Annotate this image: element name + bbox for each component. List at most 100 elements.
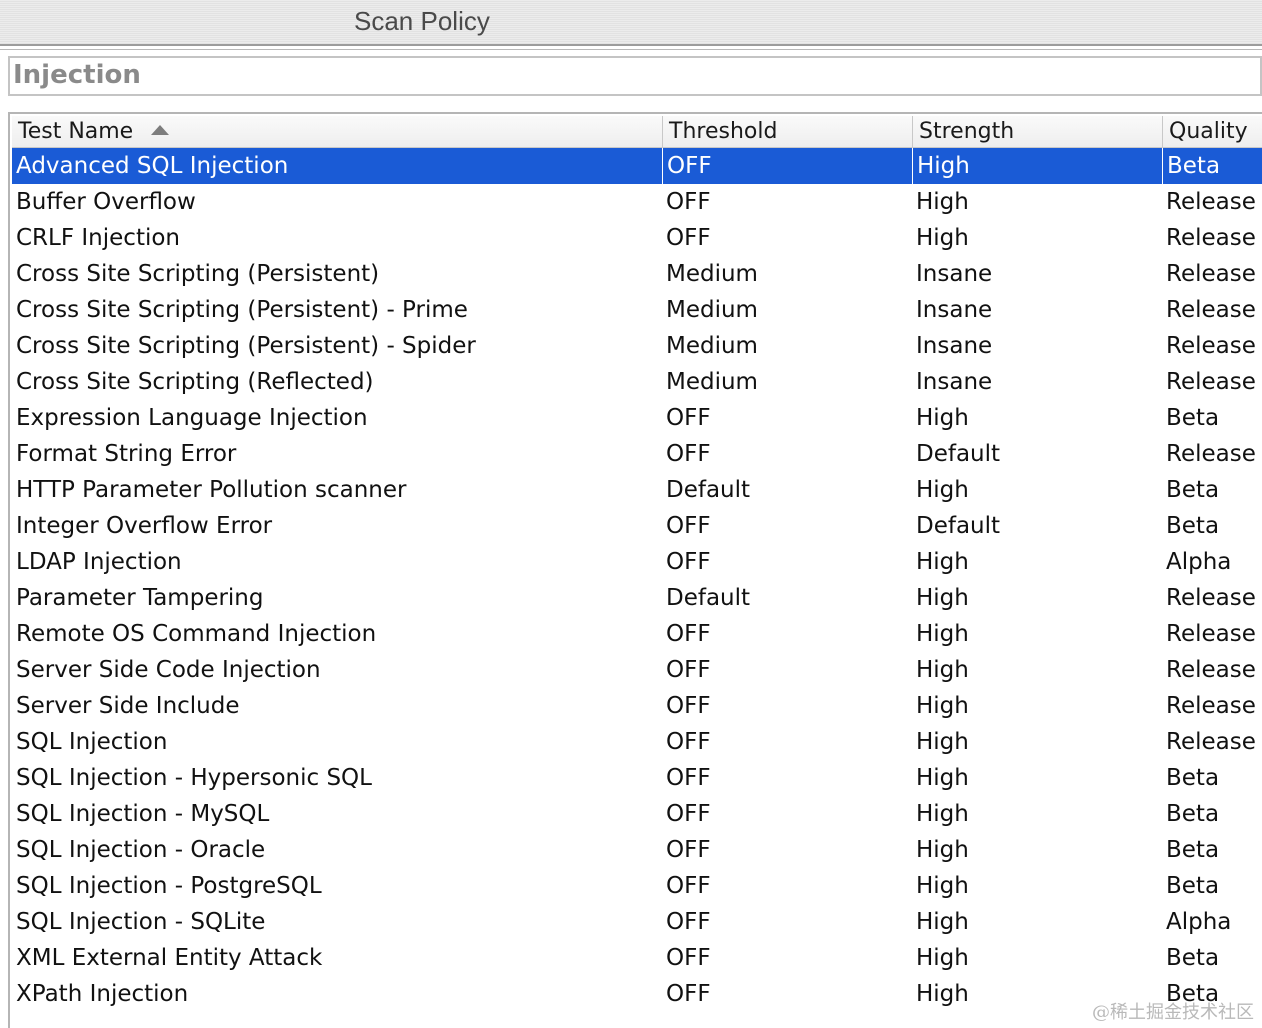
threshold-cell[interactable]: OFF	[662, 148, 912, 184]
table-row[interactable]: SQL Injection - Oracle OFF High Beta	[12, 832, 1262, 868]
quality-cell[interactable]: Beta	[1162, 868, 1262, 904]
strength-cell[interactable]: High	[912, 580, 1162, 616]
threshold-cell[interactable]: OFF	[662, 976, 912, 1012]
test-name-cell[interactable]: SQL Injection - MySQL	[12, 796, 662, 832]
strength-cell[interactable]: Insane	[912, 328, 1162, 364]
table-row[interactable]: Integer Overflow Error OFF Default Beta	[12, 508, 1262, 544]
column-header-quality[interactable]: Quality	[1162, 116, 1262, 147]
table-row[interactable]: SQL Injection - Hypersonic SQL OFF High Bet…	[12, 760, 1262, 796]
table-row[interactable]: XPath Injection OFF High Beta	[12, 976, 1262, 1012]
strength-cell[interactable]: High	[912, 148, 1162, 184]
quality-cell[interactable]: Release	[1162, 256, 1262, 292]
table-row[interactable]: Server Side Code Injection OFF High Release	[12, 652, 1262, 688]
test-name-cell[interactable]: XPath Injection	[12, 976, 662, 1012]
threshold-cell[interactable]: OFF	[662, 400, 912, 436]
test-name-cell[interactable]: CRLF Injection	[12, 220, 662, 256]
table-row[interactable]: Cross Site Scripting (Persistent) Medium I…	[12, 256, 1262, 292]
strength-cell[interactable]: Default	[912, 508, 1162, 544]
sort-ascending-icon[interactable]	[151, 125, 170, 135]
threshold-cell[interactable]: OFF	[662, 796, 912, 832]
column-header-threshold[interactable]: Threshold	[662, 116, 912, 147]
quality-cell[interactable]: Alpha	[1162, 544, 1262, 580]
strength-cell[interactable]: Insane	[912, 364, 1162, 400]
table-row[interactable]: SQL Injection - SQLite OFF High Alpha	[12, 904, 1262, 940]
quality-cell[interactable]: Beta	[1162, 832, 1262, 868]
strength-cell[interactable]: High	[912, 544, 1162, 580]
strength-cell[interactable]: High	[912, 724, 1162, 760]
strength-cell[interactable]: High	[912, 832, 1162, 868]
table-row[interactable]: SQL Injection - MySQL OFF High Beta	[12, 796, 1262, 832]
threshold-cell[interactable]: OFF	[662, 904, 912, 940]
table-row[interactable]: XML External Entity Attack OFF High Beta	[12, 940, 1262, 976]
threshold-cell[interactable]: OFF	[662, 184, 912, 220]
quality-cell[interactable]: Release	[1162, 616, 1262, 652]
strength-cell[interactable]: High	[912, 796, 1162, 832]
quality-cell[interactable]: Alpha	[1162, 904, 1262, 940]
strength-cell[interactable]: Insane	[912, 256, 1162, 292]
threshold-cell[interactable]: Default	[662, 472, 912, 508]
table-row[interactable]: CRLF Injection OFF High Release	[12, 220, 1262, 256]
quality-cell[interactable]: Beta	[1162, 508, 1262, 544]
table-row[interactable]: Cross Site Scripting (Reflected) Medium In…	[12, 364, 1262, 400]
threshold-cell[interactable]: OFF	[662, 616, 912, 652]
threshold-cell[interactable]: OFF	[662, 832, 912, 868]
strength-cell[interactable]: High	[912, 904, 1162, 940]
test-name-cell[interactable]: Expression Language Injection	[12, 400, 662, 436]
test-name-cell[interactable]: Server Side Code Injection	[12, 652, 662, 688]
quality-cell[interactable]: Beta	[1162, 472, 1262, 508]
quality-cell[interactable]: Release	[1162, 184, 1262, 220]
quality-cell[interactable]: Beta	[1162, 400, 1262, 436]
strength-cell[interactable]: High	[912, 616, 1162, 652]
threshold-cell[interactable]: OFF	[662, 508, 912, 544]
test-name-cell[interactable]: LDAP Injection	[12, 544, 662, 580]
test-name-cell[interactable]: HTTP Parameter Pollution scanner	[12, 472, 662, 508]
strength-cell[interactable]: Default	[912, 436, 1162, 472]
quality-cell[interactable]: Beta	[1162, 940, 1262, 976]
threshold-cell[interactable]: OFF	[662, 544, 912, 580]
strength-cell[interactable]: High	[912, 184, 1162, 220]
threshold-cell[interactable]: OFF	[662, 760, 912, 796]
test-name-cell[interactable]: Remote OS Command Injection	[12, 616, 662, 652]
strength-cell[interactable]: High	[912, 688, 1162, 724]
quality-cell[interactable]: Beta	[1162, 796, 1262, 832]
threshold-cell[interactable]: OFF	[662, 724, 912, 760]
threshold-cell[interactable]: Medium	[662, 292, 912, 328]
quality-cell[interactable]: Release	[1162, 688, 1262, 724]
test-name-cell[interactable]: Parameter Tampering	[12, 580, 662, 616]
table-row[interactable]: Expression Language Injection OFF High Beta	[12, 400, 1262, 436]
strength-cell[interactable]: High	[912, 472, 1162, 508]
strength-cell[interactable]: High	[912, 760, 1162, 796]
threshold-cell[interactable]: Medium	[662, 364, 912, 400]
strength-cell[interactable]: High	[912, 400, 1162, 436]
column-header-test-name[interactable]: Test Name	[12, 116, 662, 147]
quality-cell[interactable]: Release	[1162, 724, 1262, 760]
table-row[interactable]: Advanced SQL Injection OFF High Beta	[12, 148, 1262, 184]
strength-cell[interactable]: High	[912, 652, 1162, 688]
threshold-cell[interactable]: Medium	[662, 256, 912, 292]
test-name-cell[interactable]: Format String Error	[12, 436, 662, 472]
table-row[interactable]: HTTP Parameter Pollution scanner Default H…	[12, 472, 1262, 508]
test-name-cell[interactable]: SQL Injection	[12, 724, 662, 760]
test-name-cell[interactable]: Integer Overflow Error	[12, 508, 662, 544]
quality-cell[interactable]: Release	[1162, 328, 1262, 364]
quality-cell[interactable]: Beta	[1162, 148, 1262, 184]
table-row[interactable]: Buffer Overflow OFF High Release	[12, 184, 1262, 220]
table-row[interactable]: SQL Injection OFF High Release	[12, 724, 1262, 760]
strength-cell[interactable]: High	[912, 940, 1162, 976]
test-name-cell[interactable]: Cross Site Scripting (Persistent)	[12, 256, 662, 292]
threshold-cell[interactable]: OFF	[662, 940, 912, 976]
quality-cell[interactable]: Release	[1162, 220, 1262, 256]
threshold-cell[interactable]: OFF	[662, 436, 912, 472]
quality-cell[interactable]: Release	[1162, 652, 1262, 688]
test-name-cell[interactable]: SQL Injection - Hypersonic SQL	[12, 760, 662, 796]
table-row[interactable]: Parameter Tampering Default High Release	[12, 580, 1262, 616]
quality-cell[interactable]: Release	[1162, 436, 1262, 472]
test-name-cell[interactable]: SQL Injection - PostgreSQL	[12, 868, 662, 904]
quality-cell[interactable]: Release	[1162, 580, 1262, 616]
strength-cell[interactable]: High	[912, 868, 1162, 904]
threshold-cell[interactable]: OFF	[662, 220, 912, 256]
table-row[interactable]: Format String Error OFF Default Release	[12, 436, 1262, 472]
threshold-cell[interactable]: Medium	[662, 328, 912, 364]
threshold-cell[interactable]: OFF	[662, 688, 912, 724]
table-row[interactable]: Cross Site Scripting (Persistent) - Prim…	[12, 292, 1262, 328]
